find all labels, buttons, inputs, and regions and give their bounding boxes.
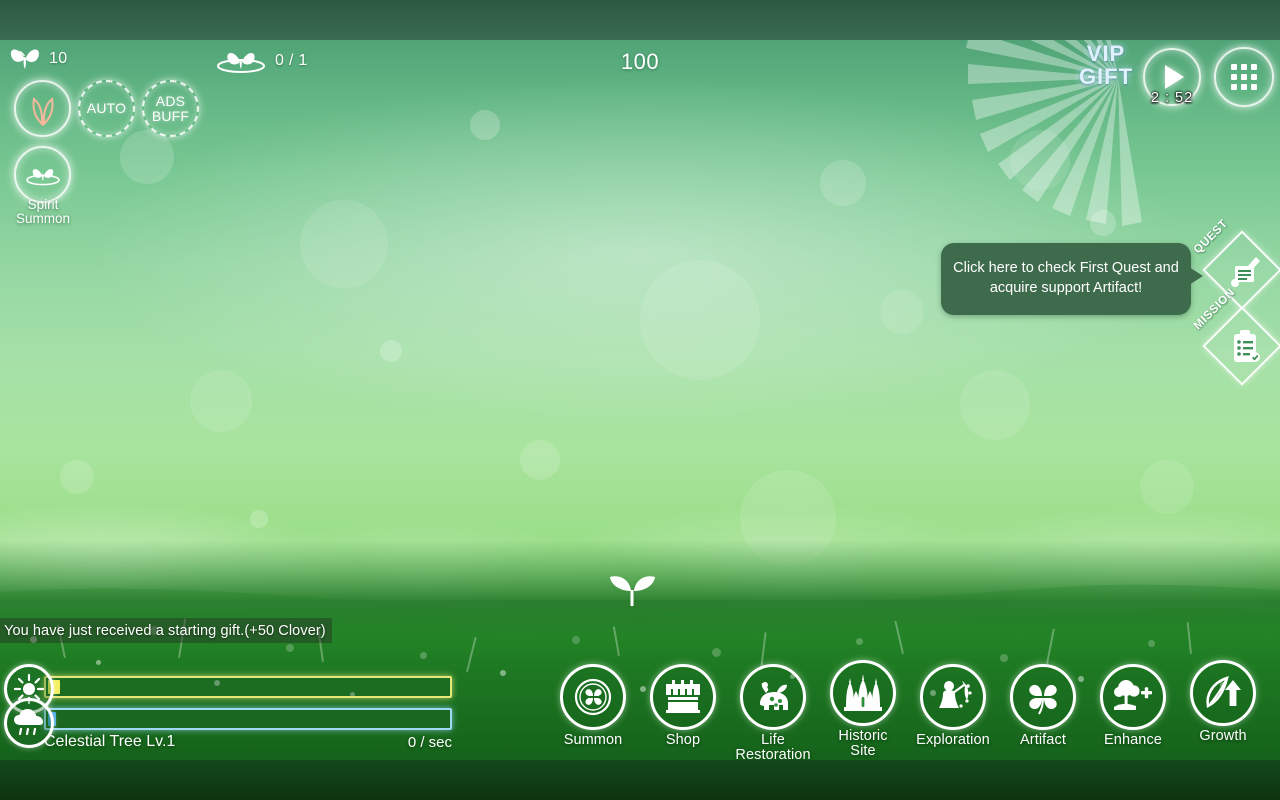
tree-rate-label: 0 / sec	[407, 734, 452, 751]
nav-growth[interactable]: Growth	[1178, 660, 1268, 744]
four-leaf-clover-icon	[1022, 676, 1064, 718]
resource-icons	[4, 664, 54, 748]
quest-tooltip[interactable]: Click here to check First Quest and acqu…	[941, 243, 1203, 315]
nav-historic-site[interactable]: Historic Site	[818, 660, 908, 759]
castle-icon	[841, 673, 885, 713]
nav-exploration[interactable]: Exploration	[908, 664, 998, 748]
nav-summon-circle	[560, 664, 626, 730]
spirit-summon-button[interactable]	[14, 146, 71, 203]
game-screen: 10 0 / 1 100 AUTO ADS BUFF Spirit Summon…	[0, 0, 1280, 800]
nav-enhance[interactable]: Enhance	[1088, 664, 1178, 748]
quest-tooltip-text: Click here to check First Quest and acqu…	[953, 260, 1179, 296]
bottom-navigation: Summon Shop Life Restoration Historic Si…	[548, 660, 1280, 763]
nav-enhance-label: Enhance	[1104, 732, 1162, 748]
menu-button[interactable]	[1214, 47, 1274, 107]
nav-artifact-circle	[1010, 664, 1076, 730]
nav-enhance-circle	[1100, 664, 1166, 730]
auto-button-label: AUTO	[86, 100, 127, 117]
grid-menu-icon	[1231, 64, 1257, 90]
ads-buff-label-line2: BUFF	[151, 107, 190, 124]
play-icon	[1165, 65, 1184, 89]
leaf-icon	[28, 93, 58, 126]
mission-badge[interactable]: MISSION	[1192, 286, 1280, 386]
nav-life-restoration[interactable]: Life Restoration	[728, 664, 818, 763]
nav-artifact-label: Artifact	[1020, 732, 1066, 748]
clipboard-check-icon	[1226, 328, 1264, 366]
letterbox-top	[0, 0, 1280, 40]
nav-historic-site-label-line2: Site	[850, 742, 876, 759]
nav-growth-label: Growth	[1199, 728, 1247, 744]
nav-life-restoration-label-line1: Life	[761, 732, 785, 748]
shop-icon	[662, 678, 704, 716]
rain-progress-bar	[44, 708, 452, 730]
nav-shop[interactable]: Shop	[638, 664, 728, 748]
butterfly-ring-icon	[24, 163, 62, 187]
nav-exploration-label: Exploration	[916, 732, 990, 748]
tree-name-label: Celestial Tree Lv.1	[44, 733, 176, 750]
scroll-pen-icon	[1226, 252, 1264, 290]
letterbox-bottom	[0, 760, 1280, 800]
leaf-button[interactable]	[14, 80, 71, 137]
vip-gift-line2: GIFT	[1078, 64, 1134, 90]
play-timer: 2 : 52	[1150, 90, 1194, 106]
nav-shop-circle	[650, 664, 716, 730]
toast-text: You have just received a starting gift.(…	[4, 622, 326, 639]
sprout-icon	[608, 572, 658, 608]
explorer-icon	[932, 677, 974, 717]
ads-buff-button[interactable]: ADS BUFF	[142, 80, 199, 137]
nav-shop-label: Shop	[665, 732, 701, 748]
nav-historic-site-circle	[830, 660, 896, 726]
nav-summon[interactable]: Summon	[548, 664, 638, 748]
auto-button[interactable]: AUTO	[78, 80, 135, 137]
quest-badge[interactable]: QUEST	[1192, 218, 1280, 310]
sun-progress-bar	[44, 676, 452, 698]
nav-historic-site-label-line1: Historic	[838, 728, 888, 744]
toast-message: You have just received a starting gift.(…	[0, 618, 332, 643]
animal-icon	[752, 678, 794, 716]
nav-exploration-circle	[920, 664, 986, 730]
nav-summon-label: Summon	[563, 732, 623, 748]
nav-growth-circle	[1190, 660, 1256, 726]
nav-artifact[interactable]: Artifact	[998, 664, 1088, 748]
leaf-arrow-up-icon	[1202, 673, 1244, 713]
rain-cloud-icon[interactable]	[4, 698, 54, 748]
clover-ring-icon	[572, 676, 614, 718]
vip-gift-line1: VIP	[1086, 41, 1126, 66]
nav-life-restoration-circle	[740, 664, 806, 730]
tree-plus-icon	[1112, 677, 1154, 717]
